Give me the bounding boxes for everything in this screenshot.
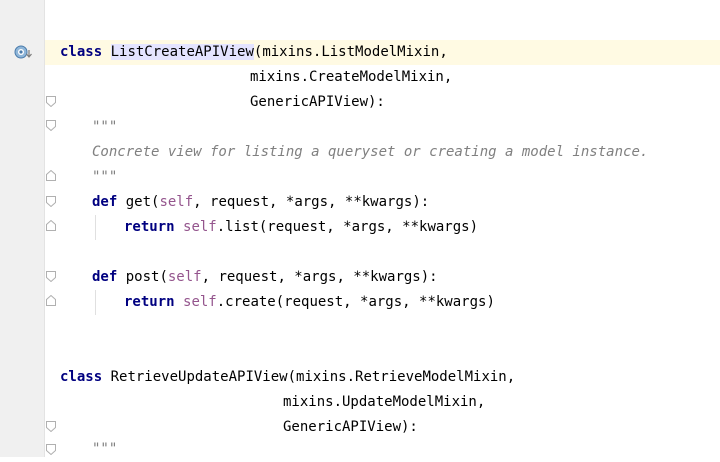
return-keyword: return <box>124 294 175 310</box>
fold-marker-icon[interactable] <box>46 271 56 282</box>
base-class: mixins.CreateModelMixin, <box>250 69 453 85</box>
self-ref: self <box>183 219 217 235</box>
fold-marker-icon[interactable] <box>46 421 56 432</box>
code-line[interactable]: mixins.UpdateModelMixin, <box>283 390 485 415</box>
docstring-open[interactable]: """ <box>92 115 117 140</box>
docstring-close[interactable]: """ <box>92 165 117 190</box>
code-line[interactable]: GenericAPIView): <box>250 90 385 115</box>
docstring-text[interactable]: Concrete view for listing a queryset or … <box>92 140 648 165</box>
fold-marker-icon[interactable] <box>46 120 56 131</box>
code-line[interactable]: mixins.CreateModelMixin, <box>250 65 452 90</box>
indent-guide <box>95 215 96 240</box>
override-method-icon[interactable] <box>14 45 34 61</box>
def-keyword: def <box>92 194 118 210</box>
self-ref: self <box>183 294 217 310</box>
class-keyword: class <box>60 44 103 60</box>
editor-gutter <box>0 0 44 457</box>
code-line[interactable]: return self.list(request, *args, **kwarg… <box>124 215 478 240</box>
method-name: get( <box>117 194 160 210</box>
base-class-list: (mixins.ListModelMixin, <box>253 44 448 60</box>
fold-marker-icon[interactable] <box>46 96 56 107</box>
return-keyword: return <box>124 219 175 235</box>
self-param: self <box>159 194 194 210</box>
code-line[interactable]: def post(self, request, *args, **kwargs)… <box>92 265 438 290</box>
class-keyword: class <box>60 369 103 385</box>
fold-end-marker-icon[interactable] <box>46 220 56 231</box>
docstring-quotes: """ <box>92 119 118 135</box>
docstring-quotes: """ <box>92 441 118 457</box>
class-declaration: RetrieveUpdateAPIView(mixins.RetrieveMod… <box>102 369 516 385</box>
code-line[interactable]: GenericAPIView): <box>283 415 418 440</box>
method-name: post( <box>117 269 168 285</box>
return-expression: .list(request, *args, **kwargs) <box>216 219 479 235</box>
def-keyword: def <box>92 269 118 285</box>
indent-guide <box>95 290 96 315</box>
class-name[interactable]: ListCreateAPIView <box>110 44 254 60</box>
fold-marker-icon[interactable] <box>46 196 56 207</box>
docstring-open[interactable]: """ <box>92 437 117 462</box>
code-line[interactable]: class RetrieveUpdateAPIView(mixins.Retri… <box>60 365 515 390</box>
base-class: GenericAPIView): <box>283 419 418 435</box>
base-class: GenericAPIView): <box>250 94 385 110</box>
code-line[interactable]: def get(self, request, *args, **kwargs): <box>92 190 429 215</box>
docstring-content: Concrete view for listing a queryset or … <box>92 144 649 160</box>
fold-end-marker-icon[interactable] <box>46 170 56 181</box>
fold-marker-icon[interactable] <box>46 444 56 455</box>
code-line[interactable]: class ListCreateAPIView(mixins.ListModel… <box>60 40 448 65</box>
return-expression: .create(request, *args, **kwargs) <box>216 294 495 310</box>
code-line[interactable]: return self.create(request, *args, **kwa… <box>124 290 495 315</box>
method-params: , request, *args, **kwargs): <box>201 269 438 285</box>
method-params: , request, *args, **kwargs): <box>193 194 430 210</box>
base-class: mixins.UpdateModelMixin, <box>283 394 486 410</box>
self-param: self <box>167 269 202 285</box>
docstring-quotes: """ <box>92 169 118 185</box>
fold-end-marker-icon[interactable] <box>46 295 56 306</box>
